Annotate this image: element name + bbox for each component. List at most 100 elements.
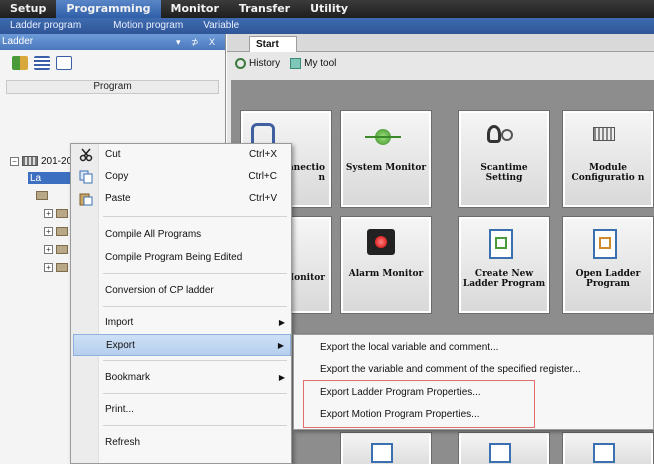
context-cut[interactable]: Cut Ctrl+X [99,144,291,166]
folder-icon [56,244,68,254]
paste-icon [79,192,93,206]
main-menubar: Setup Programming Monitor Transfer Utili… [0,0,654,18]
tile-label: System Monitor [345,163,427,173]
tile-label: Open Ladder Program [575,269,641,289]
submenu-motion-program[interactable]: Motion program [91,18,193,34]
context-bookmark[interactable]: Bookmark ▶ [99,367,291,389]
expand-icon[interactable]: + [44,208,53,218]
tile-create-new-ladder[interactable]: Create New Ladder Program [458,216,550,314]
document-icon [593,443,615,463]
import-label: Import [105,317,134,328]
pane-controls[interactable]: ▾ ⊅ X [176,34,225,50]
list-icon[interactable] [34,56,50,70]
expand-icon[interactable]: + [44,262,53,272]
tile-open-ladder[interactable]: Open Ladder Program [562,216,654,314]
export-local-variable[interactable]: Export the local variable and comment... [320,337,498,359]
ladder-pane-toolbar [0,50,225,76]
program-tree-icon[interactable] [12,56,28,70]
tile-scantime-setting[interactable]: Scantime Setting [458,110,550,208]
context-print[interactable]: Print... [99,399,291,421]
context-export[interactable]: Export ▶ [73,334,291,356]
tile-label: Scantime Setting [480,163,528,183]
arrow-right-icon[interactable] [56,56,72,70]
program-column-header: Program [6,80,219,94]
menu-utility[interactable]: Utility [300,0,358,18]
folder-icon [56,208,68,218]
paste-label: Paste [105,193,131,204]
context-compile-edited[interactable]: Compile Program Being Edited [99,247,291,269]
expand-icon[interactable]: + [44,226,53,236]
scantime-icon [483,123,519,153]
tree-folder-row[interactable] [36,188,48,202]
tile-label: Create New Ladder Program [462,269,546,289]
export-register-variable[interactable]: Export the variable and comment of the s… [320,359,581,381]
document-icon [489,443,511,463]
ladder-pane-title: Ladder ▾ ⊅ X [0,34,225,50]
open-ladder-icon [593,229,617,259]
cut-shortcut: Ctrl+X [248,149,277,160]
tree-folder-row[interactable]: + [44,206,68,220]
tree-folder-row[interactable]: + [44,242,68,256]
mytool-label: My tool [304,57,337,69]
module-configuration-icon [587,123,623,153]
menu-setup[interactable]: Setup [0,0,56,18]
mytool-icon [290,57,302,69]
history-label: History [249,57,281,69]
collapse-icon[interactable]: − [10,156,19,166]
tile-partial[interactable] [340,432,432,464]
context-separator [103,425,287,426]
context-copy[interactable]: Copy Ctrl+C [99,166,291,188]
context-separator [103,273,287,274]
tile-system-monitor[interactable]: System Monitor [340,110,432,208]
pane-title-text: Ladder [2,36,34,47]
tile-module-configuration[interactable]: Module Configuratio n [562,110,654,208]
tab-start[interactable]: Start [249,36,297,52]
paste-shortcut: Ctrl+V [248,193,277,204]
tree-folder-row[interactable]: + [44,260,68,274]
tile-partial[interactable] [458,432,550,464]
tile-label: Alarm Monitor [348,269,424,279]
tile-label: Module Configuratio n [571,163,645,183]
expand-icon[interactable]: + [44,244,53,254]
submenu-bar: Ladder program Motion program Variable [0,18,654,34]
menu-monitor[interactable]: Monitor [161,0,229,18]
bookmark-label: Bookmark [105,372,151,383]
document-icon [371,443,393,463]
copy-shortcut: Ctrl+C [248,171,277,182]
create-ladder-icon [489,229,513,259]
context-separator [103,393,287,394]
folder-icon [56,262,68,272]
tree-folder-row[interactable]: + [44,224,68,238]
tile-alarm-monitor[interactable]: Alarm Monitor [340,216,432,314]
folder-icon [36,190,48,200]
context-conversion-cp-ladder[interactable]: Conversion of CP ladder [99,280,291,302]
copy-icon [79,170,93,184]
context-compile-all[interactable]: Compile All Programs [99,224,291,246]
scissors-icon [79,148,93,162]
context-separator [103,216,287,217]
selected-node-label: La [30,173,42,184]
submenu-ladder-program[interactable]: Ladder program [0,18,91,34]
export-label: Export [106,340,135,351]
copy-label: Copy [105,171,129,182]
folder-icon [56,226,68,236]
alarm-icon [367,229,395,255]
submenu-arrow-icon: ▶ [278,373,285,382]
highlight-outline [303,380,535,428]
menu-transfer[interactable]: Transfer [229,0,300,18]
submenu-variable[interactable]: Variable [193,18,249,34]
context-menu: Cut Ctrl+X Copy Ctrl+C Paste Ctrl+V Compile… [70,143,292,464]
context-separator [103,306,287,307]
history-button[interactable]: History [235,57,281,69]
cpu-icon [22,156,38,166]
context-refresh[interactable]: Refresh [99,432,291,454]
context-import[interactable]: Import ▶ [99,312,291,334]
context-paste[interactable]: Paste Ctrl+V [99,188,291,210]
context-separator [103,360,287,361]
system-monitor-icon [365,123,401,153]
cut-label: Cut [105,149,121,160]
start-toolbar: History My tool [227,52,654,74]
menu-programming[interactable]: Programming [56,0,161,18]
tile-partial[interactable] [562,432,654,464]
mytool-button[interactable]: My tool [290,57,337,69]
